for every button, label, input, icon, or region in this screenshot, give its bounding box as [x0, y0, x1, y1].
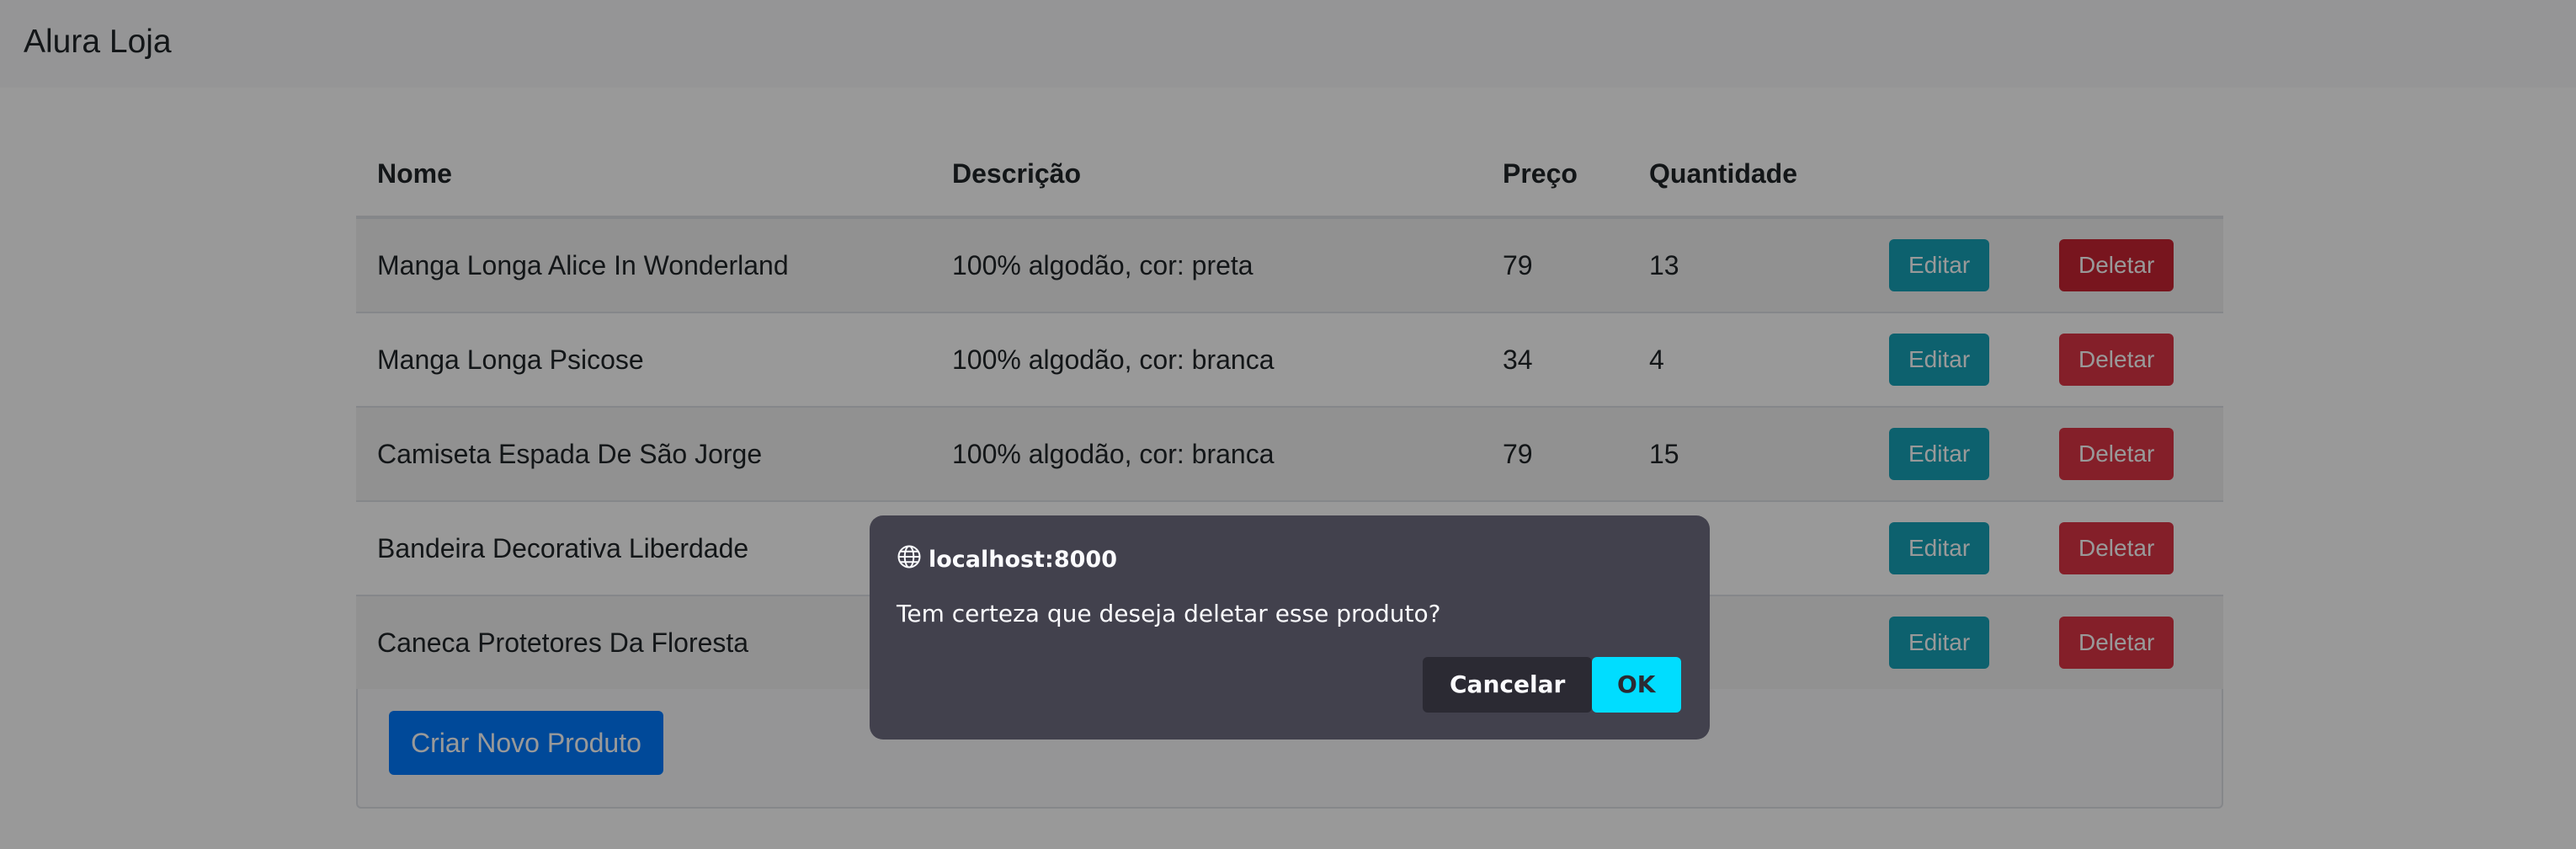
dialog-message: Tem certeza que deseja deletar esse prod… [897, 600, 1441, 627]
dialog-origin-text: localhost:8000 [929, 546, 1117, 573]
confirm-dialog: localhost:8000 Tem certeza que deseja de… [870, 515, 1710, 740]
cancel-button[interactable]: Cancelar [1423, 657, 1593, 713]
ok-button[interactable]: OK [1592, 657, 1681, 713]
dialog-origin: localhost:8000 [897, 541, 1117, 578]
globe-icon [897, 544, 929, 575]
